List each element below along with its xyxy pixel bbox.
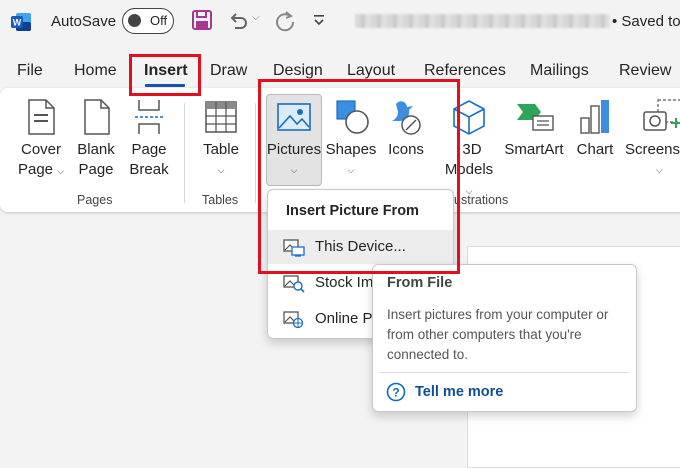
page-break-icon — [135, 100, 163, 134]
document-title-blurred — [355, 14, 610, 28]
stock-images-icon — [283, 275, 305, 293]
table-chevron-icon: ⌵ — [217, 165, 225, 175]
cover-page-icon — [28, 99, 55, 135]
tell-me-more-link[interactable]: Tell me more — [415, 384, 503, 400]
smartart-label: SmartArt — [504, 141, 564, 158]
svg-text:?: ? — [392, 386, 399, 400]
blank-page-label-2: Page — [78, 161, 114, 178]
screenshot-button[interactable]: Screenshot ⌵ — [624, 98, 680, 180]
blank-page-button[interactable]: Blank Page — [71, 98, 121, 180]
tab-references[interactable]: References — [424, 62, 506, 80]
group-label-pages: Pages — [77, 193, 113, 207]
chart-button[interactable]: Chart — [572, 98, 618, 160]
blank-page-icon — [84, 99, 110, 135]
cover-page-label-1: Cover — [20, 141, 61, 158]
tooltip-title: From File — [387, 275, 453, 291]
cover-page-button[interactable]: Cover Page ⌵ — [14, 98, 68, 181]
autosave-label: AutoSave — [51, 13, 117, 30]
title-bar: W AutoSave Off ⌵ • Saved to — [0, 0, 680, 44]
group-label-tables: Tables — [202, 193, 239, 207]
smartart-icon — [517, 104, 554, 131]
toggle-knob — [128, 14, 141, 27]
chart-label: Chart — [576, 141, 614, 158]
tab-design[interactable]: Design — [273, 62, 323, 80]
from-file-tooltip: From File Insert pictures from your comp… — [372, 264, 637, 412]
online-pictures-icon — [283, 311, 304, 329]
insert-tab-highlight-box — [129, 54, 201, 96]
cover-page-chevron-icon: ⌵ — [57, 166, 65, 176]
tab-home[interactable]: Home — [74, 62, 117, 80]
smartart-button[interactable]: SmartArt — [503, 98, 565, 160]
tooltip-body: Insert pictures from your computer or fr… — [387, 307, 609, 362]
screenshot-label: Screenshot — [625, 141, 680, 158]
chart-icon — [580, 100, 609, 134]
redo-icon[interactable] — [273, 9, 297, 33]
page-break-button[interactable]: Page Break — [124, 98, 174, 180]
tab-review[interactable]: Review — [619, 62, 671, 80]
tab-mailings[interactable]: Mailings — [530, 62, 589, 80]
table-label: Table — [203, 141, 239, 158]
tab-layout[interactable]: Layout — [347, 62, 395, 80]
pictures-highlight-box — [258, 79, 460, 274]
toggle-state: Off — [150, 13, 168, 28]
tab-draw[interactable]: Draw — [210, 62, 247, 80]
svg-text:W: W — [13, 18, 22, 28]
table-button[interactable]: Table ⌵ — [196, 98, 246, 180]
undo-dropdown-chevron-icon[interactable]: ⌵ — [252, 12, 260, 23]
tab-file[interactable]: File — [17, 62, 43, 80]
group-separator — [184, 103, 185, 203]
page-break-label-1: Page — [131, 141, 167, 158]
autosave-toggle[interactable]: Off — [122, 8, 174, 34]
tooltip-divider — [379, 372, 629, 373]
blank-page-label-1: Blank — [77, 141, 115, 158]
saved-status: • Saved to — [612, 13, 680, 30]
customize-toolbar-icon[interactable] — [313, 14, 325, 28]
word-logo-icon: W — [11, 13, 31, 31]
undo-icon[interactable] — [227, 9, 249, 31]
help-icon[interactable]: ? — [386, 382, 406, 402]
table-icon — [205, 101, 237, 133]
save-icon[interactable] — [191, 9, 213, 31]
cover-page-label-2: Page — [17, 161, 54, 178]
screenshot-icon — [643, 99, 680, 131]
screenshot-chevron-icon: ⌵ — [656, 165, 663, 175]
page-break-label-2: Break — [129, 161, 169, 178]
group-separator — [255, 103, 256, 203]
